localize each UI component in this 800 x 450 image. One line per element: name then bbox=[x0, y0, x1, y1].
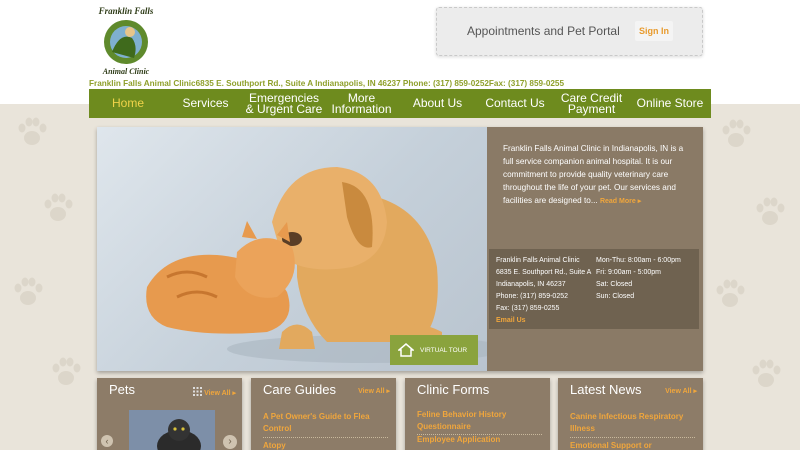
portal-title: Appointments and Pet Portal bbox=[467, 24, 620, 38]
nav-emergencies[interactable]: Emergencies & Urgent Care bbox=[244, 89, 324, 118]
latest-news-view-all-link[interactable]: View All ▸ bbox=[665, 387, 697, 395]
nav-about-us[interactable]: About Us bbox=[399, 89, 476, 118]
hours-sun: Sun: Closed bbox=[596, 293, 635, 300]
care-guides-card: Care Guides View All ▸ A Pet Owner's Gui… bbox=[251, 378, 396, 450]
clinic-form-link[interactable]: Feline Behavior History Questionnaire bbox=[417, 409, 542, 433]
hero-image: VIRTUAL TOUR bbox=[97, 127, 487, 371]
paw-icon bbox=[44, 193, 73, 221]
news-link[interactable]: Emotional Support or bbox=[570, 440, 695, 450]
read-more-link[interactable]: Read More ▸ bbox=[600, 198, 641, 205]
hero-section: VIRTUAL TOUR Franklin Falls Animal Clini… bbox=[97, 127, 703, 371]
latest-news-card-title: Latest News bbox=[570, 382, 642, 397]
paw-icon bbox=[52, 357, 81, 385]
news-link[interactable]: Canine Infectious Respiratory Illness bbox=[570, 411, 695, 435]
address-name: Franklin Falls Animal Clinic bbox=[496, 257, 580, 264]
nav-contact-us[interactable]: Contact Us bbox=[476, 89, 554, 118]
latest-news-card: Latest News View All ▸ Canine Infectious… bbox=[558, 378, 703, 450]
clinic-form-link[interactable]: Employee Application bbox=[417, 434, 542, 446]
sign-in-button[interactable]: Sign In bbox=[635, 21, 673, 41]
pets-view-all-label: View All bbox=[204, 390, 231, 397]
read-more-label: Read More bbox=[599, 198, 636, 205]
address-fax: Fax: (317) 859-0255 bbox=[496, 305, 560, 312]
hours-mon-thu: Mon-Thu: 8:00am - 6:00pm bbox=[596, 257, 681, 264]
nav-more-information[interactable]: More Information bbox=[324, 89, 399, 118]
divider bbox=[263, 437, 388, 438]
pet-photo bbox=[129, 410, 215, 450]
clinic-forms-card-title: Clinic Forms bbox=[417, 382, 490, 397]
virtual-tour-button[interactable]: VIRTUAL TOUR bbox=[390, 335, 478, 365]
hours-fri: Fri: 9:00am - 5:00pm bbox=[596, 269, 661, 276]
hero-intro: Franklin Falls Animal Clinic in Indianap… bbox=[503, 142, 693, 208]
main-nav: Home Services Emergencies & Urgent Care … bbox=[89, 89, 711, 118]
address-city: Indianapolis, IN 46237 bbox=[496, 281, 566, 288]
divider bbox=[570, 437, 695, 438]
pets-card: Pets View All ▸ ‹ › bbox=[97, 378, 242, 450]
nav-home[interactable]: Home bbox=[89, 89, 167, 118]
paw-icon bbox=[722, 119, 751, 147]
pets-view-all-link[interactable]: View All ▸ bbox=[193, 387, 236, 397]
clinic-logo[interactable]: Franklin Falls Animal Clinic bbox=[90, 2, 162, 76]
care-guides-card-title: Care Guides bbox=[263, 382, 336, 397]
nav-online-store[interactable]: Online Store bbox=[629, 89, 711, 118]
paw-icon bbox=[14, 277, 43, 305]
care-guides-view-all-label: View All bbox=[358, 388, 385, 395]
address-street: 6835 E. Southport Rd., Suite A bbox=[496, 269, 592, 276]
pets-prev-button[interactable]: ‹ bbox=[101, 435, 113, 447]
svg-text:Animal Clinic: Animal Clinic bbox=[102, 67, 150, 76]
house-icon bbox=[398, 343, 414, 357]
pets-card-title: Pets bbox=[109, 382, 136, 397]
clinic-forms-card: Clinic Forms Feline Behavior History Que… bbox=[405, 378, 550, 450]
care-guide-link[interactable]: Atopy bbox=[263, 440, 388, 450]
hours-block: Mon-Thu: 8:00am - 6:00pm Fri: 9:00am - 5… bbox=[596, 255, 681, 303]
paw-icon bbox=[752, 359, 781, 387]
care-guides-view-all-link[interactable]: View All ▸ bbox=[358, 387, 390, 395]
address-block: Franklin Falls Animal Clinic 6835 E. Sou… bbox=[496, 255, 591, 327]
pets-next-button[interactable]: › bbox=[223, 435, 237, 449]
address-phone: Phone: (317) 859-0252 bbox=[496, 293, 568, 300]
latest-news-view-all-label: View All bbox=[665, 388, 692, 395]
email-us-link[interactable]: Email Us bbox=[496, 315, 591, 327]
care-guide-link[interactable]: A Pet Owner's Guide to Flea Control bbox=[263, 411, 388, 435]
nav-services[interactable]: Services bbox=[167, 89, 244, 118]
virtual-tour-label: VIRTUAL TOUR bbox=[420, 346, 468, 354]
paw-icon bbox=[18, 117, 47, 145]
clinic-info-panel: Franklin Falls Animal Clinic 6835 E. Sou… bbox=[489, 249, 699, 329]
hero-intro-text: Franklin Falls Animal Clinic in Indianap… bbox=[503, 144, 684, 205]
paw-icon bbox=[756, 197, 785, 225]
svg-text:Franklin Falls: Franklin Falls bbox=[98, 6, 154, 16]
nav-care-credit[interactable]: Care Credit Payment bbox=[554, 89, 629, 118]
hours-sat: Sat: Closed bbox=[596, 281, 633, 288]
paw-icon bbox=[716, 279, 745, 307]
pet-portal-box: Appointments and Pet Portal Sign In bbox=[436, 7, 703, 56]
contact-line: Franklin Falls Animal Clinic6835 E. Sout… bbox=[89, 79, 565, 88]
grid-icon bbox=[193, 387, 203, 396]
